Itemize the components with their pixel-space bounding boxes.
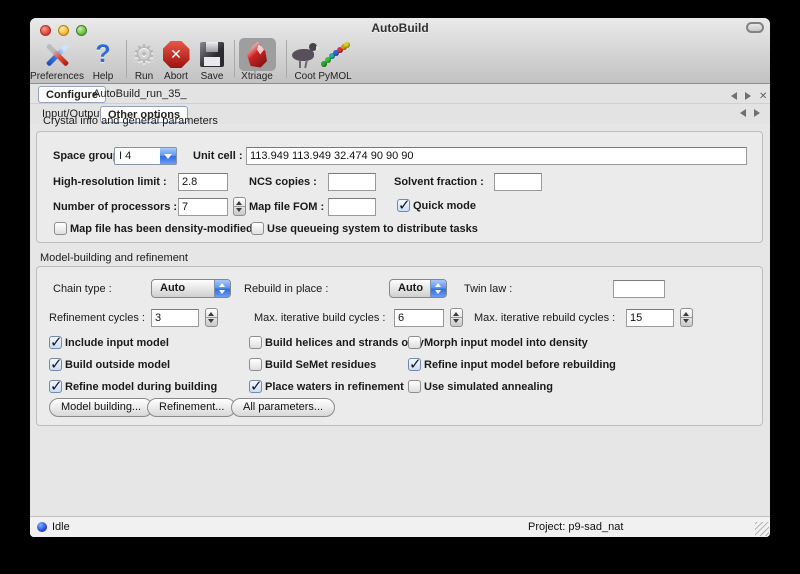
build-cycles-label: Max. iterative build cycles : <box>254 309 385 327</box>
include-input-model-label: Include input model <box>65 337 169 350</box>
pymol-rainbow-icon <box>321 42 349 68</box>
tab-autobuild-run[interactable]: AutoBuild_run_35_ <box>86 86 194 103</box>
density-modified-checkbox[interactable] <box>54 222 67 235</box>
high-resolution-field[interactable] <box>178 173 228 191</box>
main-tab-bar: Configure AutoBuild_run_35_ <box>30 84 770 104</box>
window-chrome: AutoBuild Preferences Help Run Abort <box>30 18 770 84</box>
status-indicator-icon <box>37 522 47 532</box>
options-panel: Crystal info and general parameters Spac… <box>30 124 770 516</box>
quick-mode-checkbox[interactable] <box>397 199 410 212</box>
processors-stepper[interactable] <box>233 197 246 216</box>
tab-scroll-left-icon[interactable] <box>731 92 737 100</box>
unit-cell-label: Unit cell : <box>193 147 243 165</box>
morph-input-checkbox[interactable] <box>408 336 421 349</box>
title-bar[interactable]: AutoBuild <box>30 18 770 36</box>
processors-label: Number of processors : <box>53 198 177 216</box>
subtab-nav-controls <box>740 109 760 117</box>
semet-label: Build SeMet residues <box>265 359 376 372</box>
twin-law-field[interactable] <box>613 280 665 298</box>
rebuild-cycles-field[interactable] <box>626 309 674 327</box>
xtriage-crystal-icon <box>247 42 267 68</box>
queueing-checkbox[interactable] <box>251 222 264 235</box>
space-group-value: I 4 <box>119 148 131 164</box>
processors-field[interactable] <box>178 198 228 216</box>
chevron-down-icon[interactable] <box>160 148 176 164</box>
space-group-combo[interactable]: I 4 <box>114 147 177 165</box>
high-resolution-label: High-resolution limit : <box>53 173 167 191</box>
morph-input-label: Morph input model into density <box>424 337 588 350</box>
project-label: Project: p9-sad_nat <box>528 521 623 533</box>
quick-mode-label: Quick mode <box>413 200 476 213</box>
popup-arrows-icon[interactable] <box>430 280 446 297</box>
status-text: Idle <box>52 521 70 533</box>
semet-checkbox[interactable] <box>249 358 262 371</box>
build-cycles-field[interactable] <box>394 309 444 327</box>
model-section-title: Model-building and refinement <box>40 252 188 264</box>
simulated-annealing-label: Use simulated annealing <box>424 381 553 394</box>
refinement-cycles-stepper[interactable] <box>205 308 218 327</box>
model-building-button[interactable]: Model building... <box>49 398 153 417</box>
refinement-cycles-field[interactable] <box>151 309 199 327</box>
rebuild-cycles-stepper[interactable] <box>680 308 693 327</box>
autobuild-window: AutoBuild Preferences Help Run Abort <box>30 18 770 537</box>
simulated-annealing-checkbox[interactable] <box>408 380 421 393</box>
ncs-copies-label: NCS copies : <box>249 173 317 191</box>
twin-law-label: Twin law : <box>464 280 512 298</box>
build-cycles-stepper[interactable] <box>450 308 463 327</box>
subtab-scroll-left-icon[interactable] <box>740 109 746 117</box>
tab-nav-controls <box>731 90 767 102</box>
refine-before-checkbox[interactable] <box>408 358 421 371</box>
crystal-section-title: Crystal info and general parameters <box>43 115 218 127</box>
tab-close-icon[interactable] <box>759 90 767 102</box>
build-outside-label: Build outside model <box>65 359 170 372</box>
chain-type-label: Chain type : <box>53 280 112 298</box>
toolbar-label: PyMOL <box>299 71 371 82</box>
resize-grip[interactable] <box>755 522 769 536</box>
rebuild-in-place-label: Rebuild in place : <box>244 280 328 298</box>
all-parameters-button[interactable]: All parameters... <box>231 398 335 417</box>
chain-type-value: Auto <box>160 280 185 297</box>
ncs-copies-field[interactable] <box>328 173 376 191</box>
refine-before-label: Refine input model before rebuilding <box>424 359 616 372</box>
refinement-button[interactable]: Refinement... <box>147 398 236 417</box>
subtab-scroll-right-icon[interactable] <box>754 109 760 117</box>
chain-type-popup[interactable]: Auto <box>151 279 231 298</box>
popup-arrows-icon[interactable] <box>214 280 230 297</box>
refine-during-label: Refine model during building <box>65 381 217 394</box>
map-file-fom-label: Map file FOM : <box>249 198 324 216</box>
refinement-cycles-label: Refinement cycles : <box>49 309 145 327</box>
toolbar-toggle-button[interactable] <box>746 22 764 33</box>
place-waters-checkbox[interactable] <box>249 380 262 393</box>
solvent-fraction-label: Solvent fraction : <box>394 173 484 191</box>
rebuild-in-place-popup[interactable]: Auto <box>389 279 447 298</box>
place-waters-label: Place waters in refinement <box>265 381 404 394</box>
density-modified-label: Map file has been density-modified <box>70 223 253 236</box>
model-section-box: Chain type : Auto Rebuild in place : Aut… <box>36 266 763 426</box>
rebuild-cycles-label: Max. iterative rebuild cycles : <box>474 309 615 327</box>
crystal-section-box: Space group : I 4 Unit cell : High-resol… <box>36 131 763 243</box>
build-helices-checkbox[interactable] <box>249 336 262 349</box>
toolbar: Preferences Help Run Abort Save <box>30 36 770 84</box>
tab-scroll-right-icon[interactable] <box>745 92 751 100</box>
queueing-label: Use queueing system to distribute tasks <box>267 223 478 236</box>
solvent-fraction-field[interactable] <box>494 173 542 191</box>
map-file-fom-field[interactable] <box>328 198 376 216</box>
build-helices-label: Build helices and strands only <box>265 337 424 350</box>
status-bar: Idle Project: p9-sad_nat <box>30 516 770 537</box>
build-outside-checkbox[interactable] <box>49 358 62 371</box>
toolbar-button-pymol[interactable]: PyMOL <box>299 38 371 82</box>
refine-during-checkbox[interactable] <box>49 380 62 393</box>
rebuild-in-place-value: Auto <box>398 280 423 297</box>
window-title: AutoBuild <box>30 21 770 35</box>
include-input-model-checkbox[interactable] <box>49 336 62 349</box>
unit-cell-field[interactable] <box>246 147 747 165</box>
